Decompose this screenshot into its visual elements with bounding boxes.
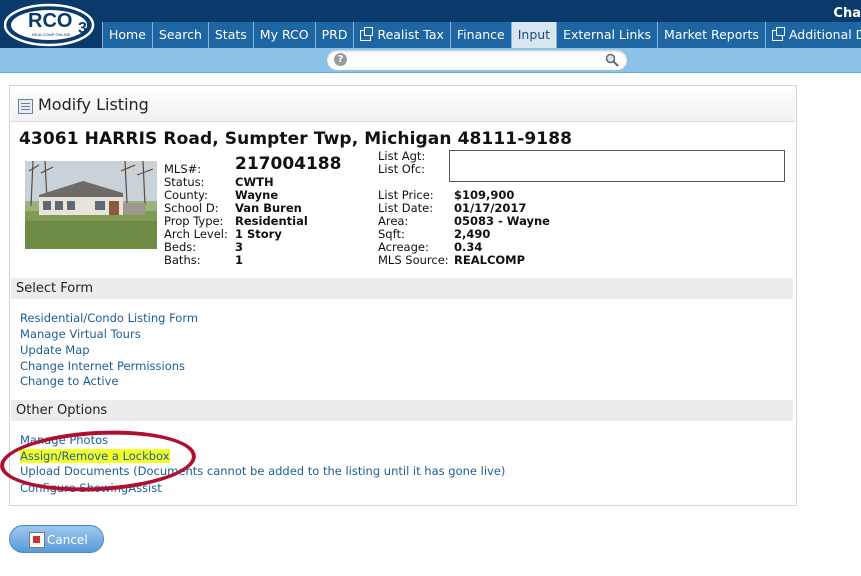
svg-text:RCO: RCO xyxy=(28,10,72,32)
status-label: Status: xyxy=(164,175,205,189)
list-price-value: $109,900 xyxy=(454,188,515,202)
change-internet-permissions-link[interactable]: Change Internet Permissions xyxy=(20,359,185,373)
list-office-label: List Ofc: xyxy=(378,162,426,176)
school-value: Van Buren xyxy=(235,201,302,215)
cancel-button[interactable]: Cancel xyxy=(9,525,104,553)
list-agent-label: List Agt: xyxy=(378,149,426,163)
status-value: CWTH xyxy=(235,175,274,189)
baths-label: Baths: xyxy=(164,253,201,267)
change-to-active-link[interactable]: Change to Active xyxy=(20,374,118,388)
svg-text:REALCOMP ONLINE: REALCOMP ONLINE xyxy=(32,32,71,37)
area-value: 05083 - Wayne xyxy=(454,214,550,228)
sqft-label: Sqft: xyxy=(378,227,405,241)
nav-realist-tax[interactable]: Realist Tax xyxy=(353,22,450,48)
manage-virtual-tours-link[interactable]: Manage Virtual Tours xyxy=(20,327,141,341)
county-label: County: xyxy=(164,188,208,202)
other-options-header: Other Options xyxy=(11,400,793,421)
listing-photo[interactable] xyxy=(25,161,157,249)
arch-level-label: Arch Level: xyxy=(164,227,228,241)
select-form-header: Select Form xyxy=(11,278,793,299)
list-price-label: List Price: xyxy=(378,188,434,202)
mls-source-label: MLS Source: xyxy=(378,253,449,267)
nav-market-reports[interactable]: Market Reports xyxy=(657,22,765,48)
prop-type-value: Residential xyxy=(235,214,308,228)
beds-value: 3 xyxy=(235,240,244,254)
nav-additional-data[interactable]: Additional Data xyxy=(764,22,861,48)
county-value: Wayne xyxy=(235,188,279,202)
nav-home[interactable]: Home xyxy=(102,22,152,48)
list-date-label: List Date: xyxy=(378,201,434,215)
agent-office-redaction-box xyxy=(449,150,785,182)
user-name[interactable]: Cha xyxy=(833,6,861,21)
form-icon xyxy=(18,99,33,114)
quick-search-input[interactable]: ? xyxy=(327,50,627,70)
nav-finance[interactable]: Finance xyxy=(449,22,511,48)
beds-label: Beds: xyxy=(164,240,197,254)
listing-address: 43061 HARRIS Road, Sumpter Twp, Michigan… xyxy=(19,129,573,149)
school-label: School D: xyxy=(164,201,219,215)
magnifier-icon[interactable] xyxy=(605,53,619,67)
list-date-value: 01/17/2017 xyxy=(454,201,527,215)
area-label: Area: xyxy=(378,214,409,228)
prop-type-label: Prop Type: xyxy=(164,214,224,228)
cancel-icon xyxy=(29,532,45,548)
nav-stats[interactable]: Stats xyxy=(207,22,253,48)
external-window-icon xyxy=(360,26,374,41)
panel-header: Modify Listing xyxy=(11,87,795,122)
main-nav: Home Search Stats My RCO PRD Realist Tax… xyxy=(102,22,861,48)
page-title: Modify Listing xyxy=(38,95,149,114)
acreage-value: 0.34 xyxy=(454,240,483,254)
mls-source-value: REALCOMP xyxy=(454,253,526,267)
help-icon[interactable]: ? xyxy=(334,53,347,66)
arch-level-value: 1 Story xyxy=(235,227,282,241)
nav-prd[interactable]: PRD xyxy=(314,22,354,48)
nav-input[interactable]: Input xyxy=(510,22,557,48)
cancel-label: Cancel xyxy=(47,533,88,547)
sqft-value: 2,490 xyxy=(454,227,491,241)
mls-label: MLS#: xyxy=(164,162,202,176)
residential-condo-form-link[interactable]: Residential/Condo Listing Form xyxy=(20,311,198,325)
baths-value: 1 xyxy=(235,253,244,267)
nav-search[interactable]: Search xyxy=(151,22,208,48)
realcomp-logo[interactable]: RCO 3 REALCOMP ONLINE xyxy=(4,3,100,47)
update-map-link[interactable]: Update Map xyxy=(20,343,90,357)
svg-text:3: 3 xyxy=(78,20,87,37)
nav-external-links[interactable]: External Links xyxy=(556,22,658,48)
acreage-label: Acreage: xyxy=(378,240,429,254)
mls-number: 217004188 xyxy=(235,154,342,174)
nav-my-rco[interactable]: My RCO xyxy=(252,22,315,48)
external-window-icon xyxy=(771,26,785,41)
top-header: RCO 3 REALCOMP ONLINE Cha Home Search St… xyxy=(0,0,861,48)
